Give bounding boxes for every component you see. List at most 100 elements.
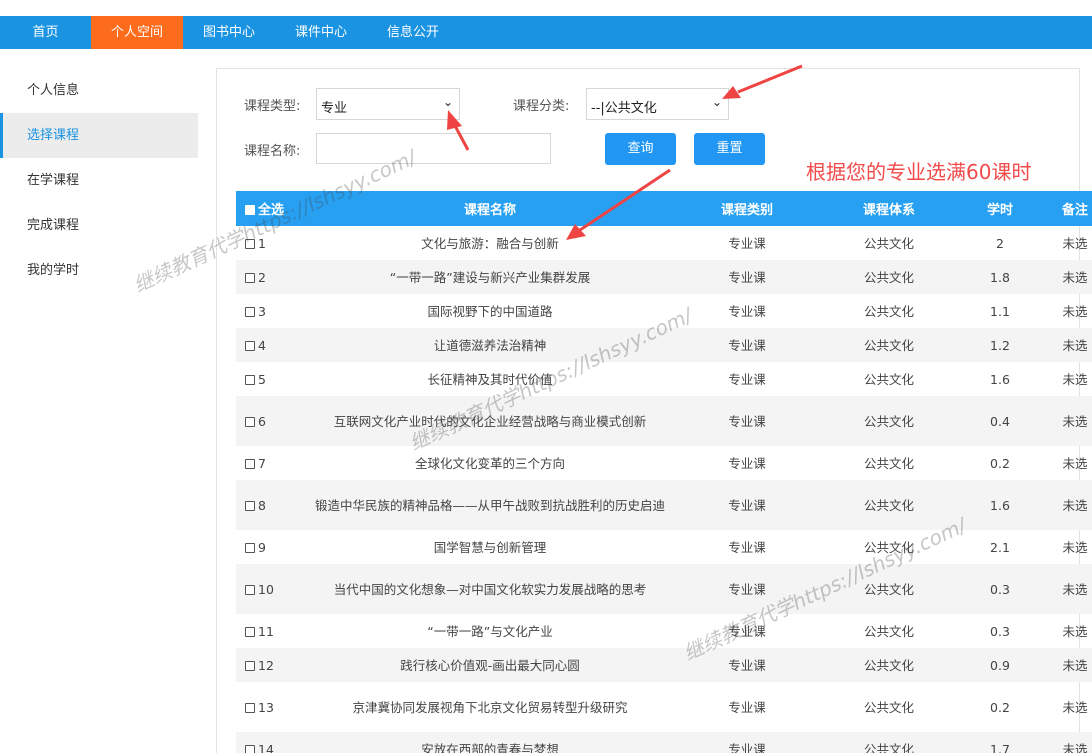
chevron-down-icon: ⌄ <box>442 95 453 109</box>
table-row: 14 安放在西部的青春与梦想 专业课 公共文化 1.7 未选 <box>236 732 1092 753</box>
select-all-label: 全选 <box>258 203 285 218</box>
course-name-label: 课程名称: <box>244 144 301 159</box>
course-system-cell: 公共文化 <box>863 581 914 597</box>
course-name-cell: 国际视野下的中国道路 <box>427 303 553 319</box>
sidebar-item-completed[interactable]: 完成课程 <box>0 203 198 248</box>
table-row: 5 长征精神及其时代价值 专业课 公共文化 1.6 未选 <box>236 362 1092 396</box>
course-type-cell: 专业课 <box>728 699 766 715</box>
row-id: 11 <box>258 623 274 639</box>
select-all-header[interactable]: 全选 <box>236 191 304 226</box>
course-hours-cell: 0.4 <box>990 413 1010 429</box>
row-checkbox[interactable] <box>245 306 255 317</box>
row-id: 3 <box>258 303 266 319</box>
row-select-cell[interactable]: 12 <box>236 648 304 682</box>
query-button[interactable]: 查询 <box>605 133 676 165</box>
course-hours-cell: 0.3 <box>990 581 1010 597</box>
course-type-cell: 专业课 <box>728 497 766 513</box>
course-type-select[interactable]: 专业 ⌄ <box>316 88 460 120</box>
course-system-cell: 公共文化 <box>863 497 914 513</box>
course-system-cell: 公共文化 <box>863 455 914 471</box>
course-note-cell: 未选 <box>1062 623 1088 639</box>
row-checkbox[interactable] <box>245 702 255 713</box>
course-category-select[interactable]: --|公共文化 ⌄ <box>586 88 729 120</box>
sidebar-item-studying[interactable]: 在学课程 <box>0 158 198 203</box>
course-type-label: 课程类型: <box>244 99 301 114</box>
course-note-cell: 未选 <box>1062 413 1088 429</box>
course-type-cell: 专业课 <box>728 741 766 753</box>
course-system-cell: 公共文化 <box>863 235 914 251</box>
course-note-cell: 未选 <box>1062 657 1088 673</box>
row-id: 1 <box>258 235 266 251</box>
row-select-cell[interactable]: 1 <box>236 226 304 260</box>
row-select-cell[interactable]: 4 <box>236 328 304 362</box>
table-row: 3 国际视野下的中国道路 专业课 公共文化 1.1 未选 <box>236 294 1092 328</box>
table-header-row: 全选 课程名称 课程类别 课程体系 学时 备注 <box>236 191 1092 226</box>
course-system-cell: 公共文化 <box>863 623 914 639</box>
table-row: 2 “一带一路”建设与新兴产业集群发展 专业课 公共文化 1.8 未选 <box>236 260 1092 294</box>
row-checkbox[interactable] <box>245 542 255 553</box>
row-select-cell[interactable]: 3 <box>236 294 304 328</box>
course-name-cell: 让道德滋养法治精神 <box>433 337 547 353</box>
nav-home[interactable]: 首页 <box>0 16 91 49</box>
row-checkbox[interactable] <box>245 584 255 595</box>
course-note-cell: 未选 <box>1062 741 1088 753</box>
row-id: 2 <box>258 269 266 285</box>
row-checkbox[interactable] <box>245 340 255 351</box>
row-select-cell[interactable]: 14 <box>236 732 304 753</box>
course-note-cell: 未选 <box>1062 269 1088 285</box>
row-id: 9 <box>258 539 266 555</box>
row-select-cell[interactable]: 8 <box>236 480 304 530</box>
course-name-cell: “一带一路”建设与新兴产业集群发展 <box>389 269 591 285</box>
row-checkbox[interactable] <box>245 626 255 637</box>
course-type-cell: 专业课 <box>728 455 766 471</box>
row-checkbox[interactable] <box>245 416 255 427</box>
nav-courseware[interactable]: 课件中心 <box>275 16 367 49</box>
row-checkbox[interactable] <box>245 458 255 469</box>
row-select-cell[interactable]: 10 <box>236 564 304 614</box>
row-checkbox[interactable] <box>245 238 255 249</box>
course-hours-cell: 2 <box>996 235 1004 251</box>
select-all-checkbox[interactable] <box>245 205 255 215</box>
course-name-input[interactable] <box>316 133 551 164</box>
course-category-label: 课程分类: <box>513 99 570 114</box>
nav-personal-space[interactable]: 个人空间 <box>91 16 183 49</box>
nav-public-info[interactable]: 信息公开 <box>367 16 459 49</box>
course-name-cell: 国学智慧与创新管理 <box>433 539 547 555</box>
course-type-cell: 专业课 <box>728 413 766 429</box>
course-system-cell: 公共文化 <box>863 741 914 753</box>
nav-library[interactable]: 图书中心 <box>183 16 275 49</box>
sidebar-item-select-course[interactable]: 选择课程 <box>0 113 198 158</box>
course-type-cell: 专业课 <box>728 371 766 387</box>
table-row: 10 当代中国的文化想象—对中国文化软实力发展战略的思考 专业课 公共文化 0.3 未选 <box>236 564 1092 614</box>
row-id: 6 <box>258 413 266 429</box>
row-checkbox[interactable] <box>245 660 255 671</box>
row-select-cell[interactable]: 5 <box>236 362 304 396</box>
row-select-cell[interactable]: 6 <box>236 396 304 446</box>
header-course-system: 课程体系 <box>818 191 960 226</box>
table-row: 8 锻造中华民族的精神品格——从甲午战败到抗战胜利的历史启迪 专业课 公共文化 1.6 未… <box>236 480 1092 530</box>
course-note-cell: 未选 <box>1062 497 1088 513</box>
sidebar-item-personal-info[interactable]: 个人信息 <box>0 68 198 113</box>
row-checkbox[interactable] <box>245 500 255 511</box>
course-system-cell: 公共文化 <box>863 699 914 715</box>
row-checkbox[interactable] <box>245 272 255 283</box>
reset-button[interactable]: 重置 <box>694 133 765 165</box>
course-hours-cell: 1.7 <box>990 741 1010 753</box>
sidebar-item-my-hours[interactable]: 我的学时 <box>0 248 198 293</box>
row-id: 14 <box>258 741 274 753</box>
row-checkbox[interactable] <box>245 374 255 385</box>
row-select-cell[interactable]: 9 <box>236 530 304 564</box>
course-name-cell: “一带一路”与文化产业 <box>427 623 553 639</box>
course-name-cell: 京津冀协同发展视角下北京文化贸易转型升级研究 <box>352 699 628 715</box>
row-select-cell[interactable]: 11 <box>236 614 304 648</box>
course-system-cell: 公共文化 <box>863 337 914 353</box>
course-note-cell: 未选 <box>1062 455 1088 471</box>
row-select-cell[interactable]: 13 <box>236 682 304 732</box>
course-hours-cell: 1.6 <box>990 497 1010 513</box>
sidebar: 个人信息 选择课程 在学课程 完成课程 我的学时 <box>0 68 198 293</box>
row-checkbox[interactable] <box>245 744 255 753</box>
course-hours-cell: 2.1 <box>990 539 1010 555</box>
row-select-cell[interactable]: 2 <box>236 260 304 294</box>
course-hours-cell: 1.6 <box>990 371 1010 387</box>
row-select-cell[interactable]: 7 <box>236 446 304 480</box>
